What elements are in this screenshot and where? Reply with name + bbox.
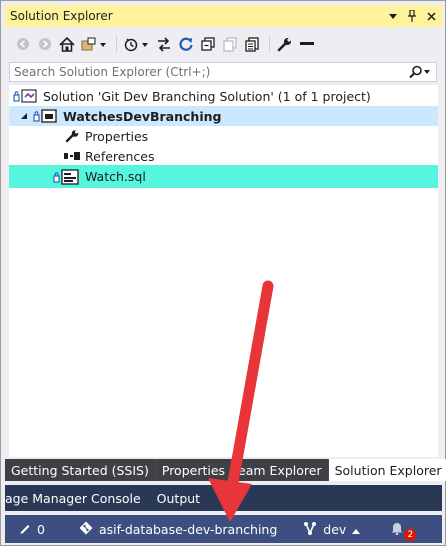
- tab-team-explorer[interactable]: eam Explorer: [232, 459, 329, 481]
- notifications-status[interactable]: 2: [384, 515, 417, 543]
- sql-file-icon: [53, 168, 81, 186]
- refresh-icon[interactable]: [176, 33, 196, 55]
- show-all-files-icon[interactable]: [220, 33, 240, 55]
- pending-changes-status[interactable]: 0: [5, 515, 51, 543]
- project-label: WatchesDevBranching: [63, 108, 222, 124]
- solution-icon: [13, 88, 39, 104]
- close-icon[interactable]: [423, 7, 439, 25]
- notification-badge: 2: [404, 529, 417, 541]
- back-icon[interactable]: [13, 33, 33, 55]
- repository-name: asif-database-dev-branching: [98, 521, 278, 537]
- tool-window-tabs: Getting Started (SSIS) Properties eam Ex…: [5, 459, 446, 481]
- switch-views-icon[interactable]: [79, 33, 109, 55]
- references-icon: [63, 149, 81, 163]
- tree-item-references[interactable]: References: [9, 146, 438, 166]
- tab-getting-started[interactable]: Getting Started (SSIS): [5, 459, 156, 481]
- pending-changes-count: 0: [37, 521, 45, 537]
- tab-output[interactable]: Output: [149, 485, 208, 511]
- status-bar: 0 asif-database-dev-branching dev 2: [5, 515, 442, 543]
- tree-item-properties[interactable]: Properties: [9, 126, 438, 146]
- search-input[interactable]: [10, 63, 402, 81]
- dropdown-icon[interactable]: [385, 7, 401, 25]
- preview-selected-items-icon[interactable]: [242, 33, 262, 55]
- tab-properties[interactable]: Properties: [155, 459, 233, 481]
- git-repo-icon: [79, 521, 93, 538]
- references-label: References: [85, 148, 155, 164]
- collapse-all-icon[interactable]: [198, 33, 218, 55]
- tab-package-manager-console[interactable]: age Manager Console: [5, 485, 149, 511]
- tree-item-watch-sql[interactable]: Watch.sql: [9, 165, 438, 188]
- pending-changes-filter-icon[interactable]: [122, 33, 152, 55]
- minimize-icon[interactable]: [297, 33, 317, 55]
- branch-status[interactable]: dev: [297, 515, 366, 543]
- solution-explorer-window: Solution Explorer Search Solution Explor…: [0, 0, 446, 546]
- solution-explorer-toolbar: [5, 29, 442, 59]
- repository-status[interactable]: asif-database-dev-branching: [73, 515, 283, 543]
- search-icon[interactable]: [402, 63, 436, 81]
- forward-icon[interactable]: [35, 33, 55, 55]
- properties-label: Properties: [85, 128, 149, 144]
- panel-title: Solution Explorer: [10, 9, 113, 23]
- sync-active-document-icon[interactable]: [154, 33, 174, 55]
- solution-label: Solution 'Git Dev Branching Solution' (1…: [43, 88, 371, 104]
- project-icon: [33, 108, 59, 124]
- toolbar-separator: [269, 36, 270, 52]
- pin-icon[interactable]: [404, 7, 420, 25]
- branch-icon: [303, 521, 317, 538]
- toolbar-separator: [116, 36, 117, 52]
- chevron-up-icon: [352, 522, 361, 537]
- wrench-icon: [65, 129, 81, 143]
- bell-icon: [390, 521, 404, 538]
- bottom-window-tabs: age Manager Console Output: [5, 485, 442, 511]
- branch-name: dev: [323, 521, 347, 537]
- home-icon[interactable]: [57, 33, 77, 55]
- expand-collapse-icon[interactable]: [19, 111, 29, 121]
- tab-solution-explorer[interactable]: Solution Explorer: [328, 459, 446, 481]
- tree-item-solution[interactable]: Solution 'Git Dev Branching Solution' (1…: [9, 86, 438, 106]
- solution-tree: Solution 'Git Dev Branching Solution' (1…: [9, 85, 438, 457]
- search-box[interactable]: [9, 62, 437, 82]
- watch-sql-label: Watch.sql: [85, 169, 146, 184]
- pencil-icon: [19, 522, 31, 537]
- properties-wrench-icon[interactable]: [275, 33, 295, 55]
- tree-item-project[interactable]: WatchesDevBranching: [9, 106, 438, 126]
- panel-titlebar: Solution Explorer: [5, 5, 442, 27]
